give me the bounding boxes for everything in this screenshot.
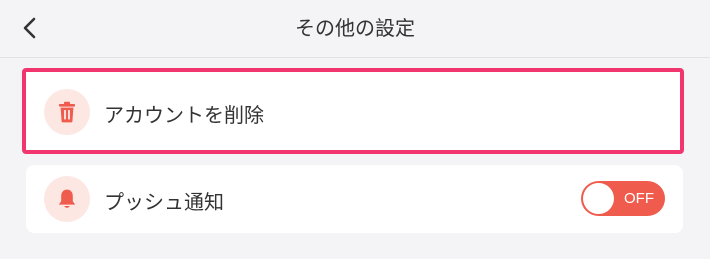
push-notification-row: プッシュ通知 OFF <box>26 165 683 233</box>
toggle-knob <box>583 183 614 214</box>
delete-icon-badge <box>44 89 90 135</box>
back-button[interactable] <box>14 12 46 44</box>
chevron-left-icon <box>23 17 36 39</box>
push-icon-badge <box>44 176 90 222</box>
trash-icon <box>59 101 75 123</box>
delete-account-label: アカウントを削除 <box>104 103 264 127</box>
bell-icon <box>58 189 76 208</box>
page-title: その他の設定 <box>295 16 415 40</box>
push-notification-label: プッシュ通知 <box>104 190 224 214</box>
toggle-state-label: OFF <box>624 190 654 207</box>
header-bar: その他の設定 <box>0 0 710 58</box>
delete-account-row[interactable]: アカウントを削除 <box>22 68 684 154</box>
push-notification-toggle[interactable]: OFF <box>581 181 665 216</box>
